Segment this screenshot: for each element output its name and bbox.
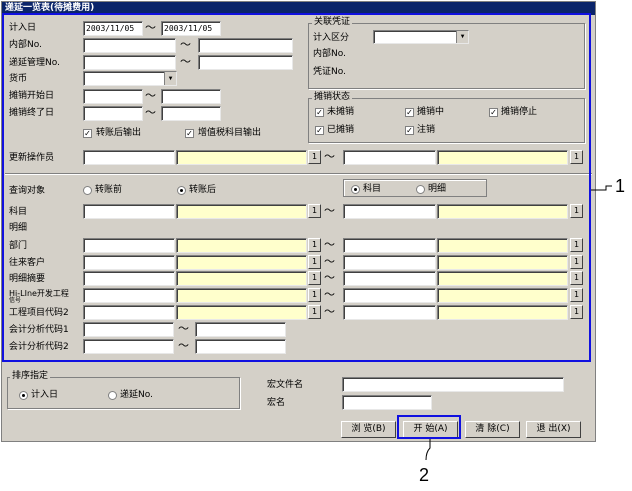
clear-button[interactable]: 清 除(C)	[465, 421, 520, 438]
callout-number-1: 1	[615, 176, 626, 196]
conditions-highlight-box	[2, 13, 591, 362]
sort-by-date-label: 计入日	[31, 390, 59, 400]
exit-button[interactable]: 退 出(X)	[526, 421, 581, 438]
macro-name-label: 宏名	[267, 398, 286, 408]
macro-name-input[interactable]	[342, 395, 432, 410]
macro-file-label: 宏文件名	[267, 380, 304, 390]
callout-number-2: 2	[419, 465, 430, 485]
macro-file-input[interactable]	[342, 377, 564, 392]
start-button-highlight-box	[397, 415, 461, 439]
sort-by-no-label: 递延No.	[120, 390, 153, 400]
sort-by-date-radio[interactable]	[19, 391, 28, 400]
sort-title: 排序指定	[10, 371, 51, 382]
sort-by-no-radio[interactable]	[108, 391, 117, 400]
browse-button[interactable]: 浏 览(B)	[341, 421, 396, 438]
